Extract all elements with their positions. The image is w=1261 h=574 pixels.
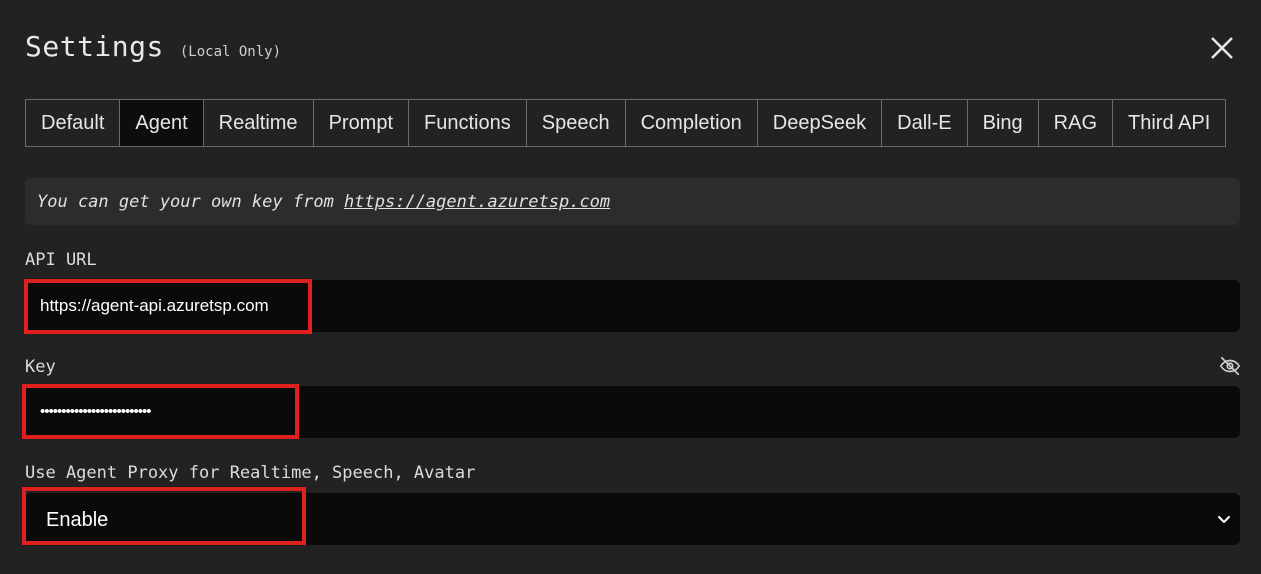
key-label: Key bbox=[25, 357, 56, 377]
tab-functions[interactable]: Functions bbox=[409, 100, 527, 146]
key-value: •••••••••••••••••••••••••• bbox=[40, 403, 152, 420]
tab-realtime[interactable]: Realtime bbox=[203, 100, 314, 146]
tab-speech[interactable]: Speech bbox=[526, 100, 626, 146]
tab-third-api[interactable]: Third API bbox=[1113, 100, 1226, 146]
info-text: You can get your own key from bbox=[37, 192, 345, 212]
tab-rag[interactable]: RAG bbox=[1038, 100, 1113, 146]
api-url-value: https://agent-api.azuretsp.com bbox=[40, 296, 269, 315]
page-title: Settings bbox=[25, 30, 164, 63]
close-icon[interactable] bbox=[1206, 32, 1238, 64]
api-url-label: API URL bbox=[25, 250, 97, 270]
chevron-down-icon bbox=[1218, 516, 1230, 523]
tab-deepseek[interactable]: DeepSeek bbox=[757, 100, 883, 146]
tab-dall-e[interactable]: Dall-E bbox=[882, 100, 968, 146]
page-subtitle: (Local Only) bbox=[179, 44, 282, 60]
dialog-header: Settings (Local Only) bbox=[25, 30, 281, 63]
proxy-label: Use Agent Proxy for Realtime, Speech, Av… bbox=[25, 463, 476, 483]
eye-off-icon[interactable] bbox=[1219, 355, 1241, 377]
key-link[interactable]: https://agent.azuretsp.com bbox=[344, 192, 610, 212]
key-input[interactable]: •••••••••••••••••••••••••• bbox=[25, 386, 1240, 438]
tab-completion[interactable]: Completion bbox=[625, 100, 758, 146]
info-banner: You can get your own key from https://ag… bbox=[25, 178, 1240, 225]
tab-bing[interactable]: Bing bbox=[967, 100, 1039, 146]
api-url-input[interactable]: https://agent-api.azuretsp.com bbox=[25, 280, 1240, 332]
settings-tabs: Default Agent Realtime Prompt Functions … bbox=[25, 99, 1227, 147]
tab-default[interactable]: Default bbox=[26, 100, 121, 146]
proxy-select[interactable]: Enable bbox=[25, 493, 1240, 545]
tab-prompt[interactable]: Prompt bbox=[313, 100, 410, 146]
tab-agent[interactable]: Agent bbox=[120, 100, 204, 146]
proxy-selected-value: Enable bbox=[46, 509, 109, 531]
